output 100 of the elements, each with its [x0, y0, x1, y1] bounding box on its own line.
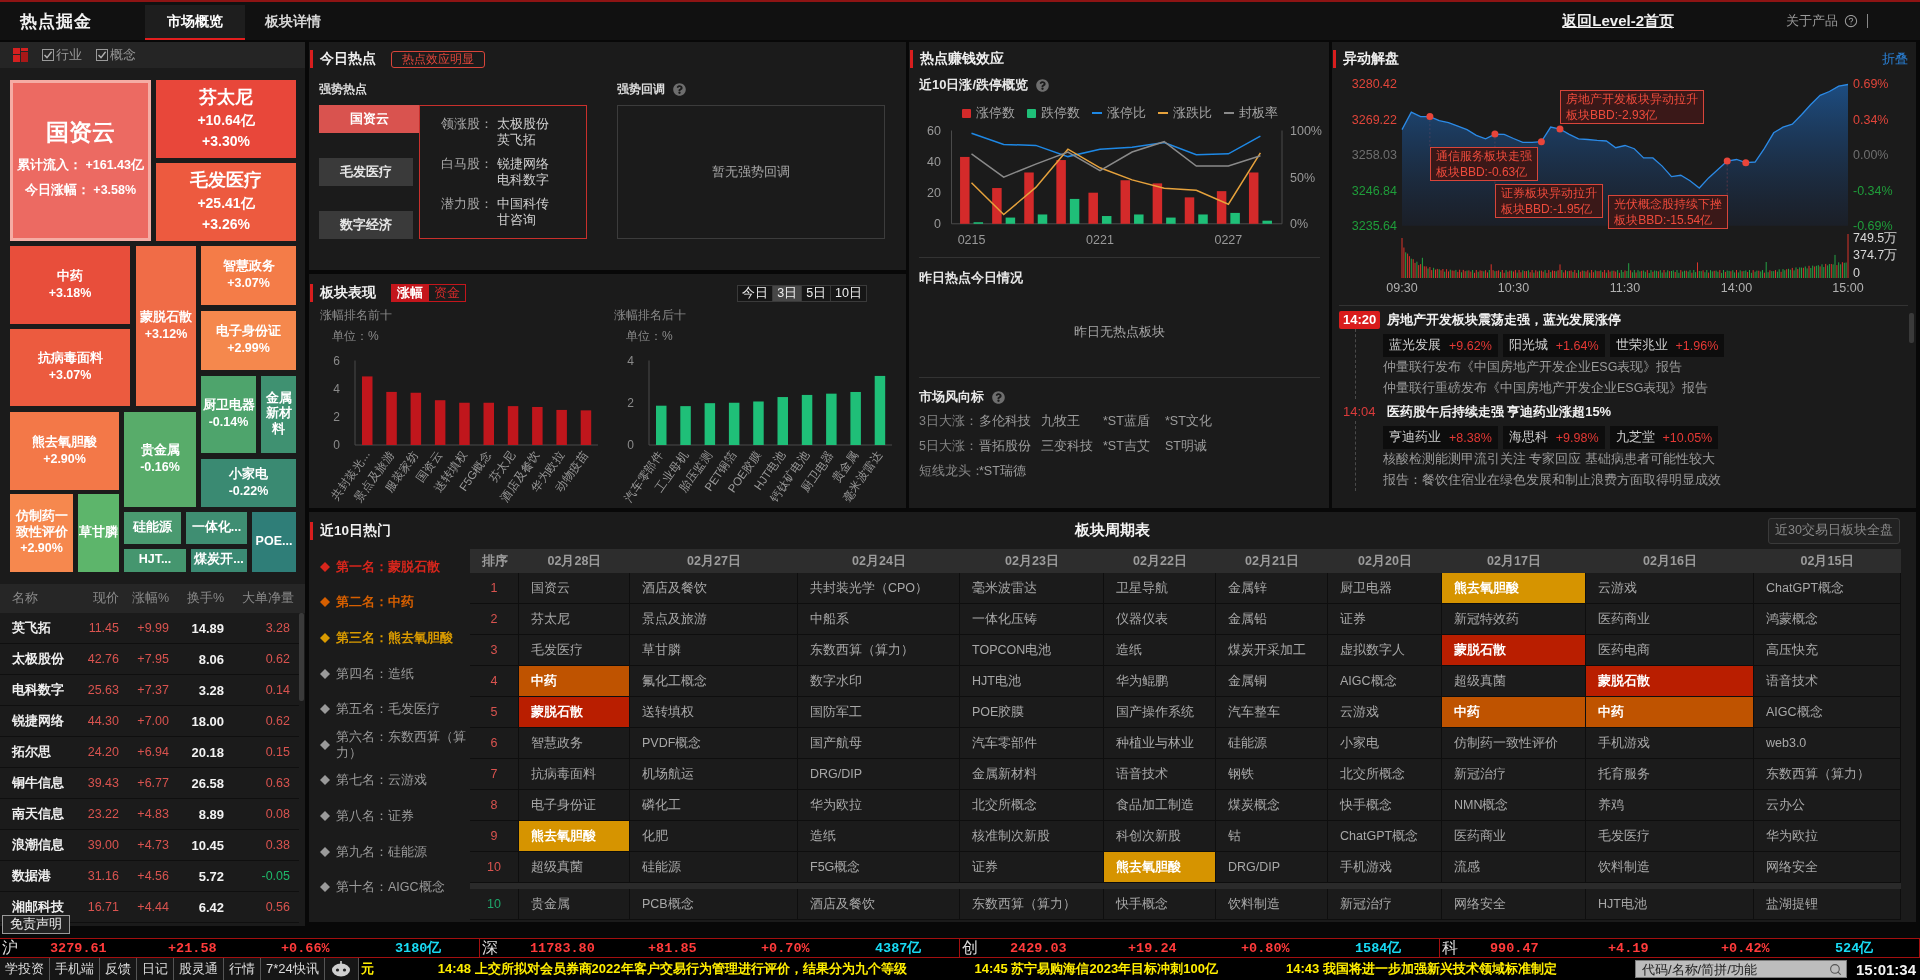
- range-tab[interactable]: 5日: [802, 284, 832, 302]
- heatmap-tile[interactable]: 中药 +3.18%: [10, 246, 130, 324]
- about-link[interactable]: 关于产品: [1786, 12, 1838, 30]
- time-tag[interactable]: 14:04: [1339, 403, 1380, 421]
- mode-tab[interactable]: 资金: [429, 284, 466, 302]
- news-ticker-item[interactable]: 14:43 我国将进一步加强新兴技术领域标准制定: [1286, 960, 1557, 978]
- nav-tab[interactable]: 板块详情: [263, 5, 323, 40]
- stock-link[interactable]: 甘咨询: [497, 212, 536, 228]
- checkbox-icon[interactable]: [96, 49, 108, 61]
- column-header: 02月20日: [1328, 549, 1442, 573]
- group-label: 强势回调: [617, 81, 665, 97]
- stock-link[interactable]: *ST蓝盾: [1103, 413, 1150, 430]
- stock-link[interactable]: 锐捷网络: [497, 156, 549, 172]
- stock-chip[interactable]: 蓝光发展 +9.62%: [1383, 334, 1498, 357]
- status-link[interactable]: 学投资: [0, 958, 50, 980]
- heatmap-tile[interactable]: POE...: [252, 512, 296, 572]
- news-ticker-item[interactable]: 14:48 上交所拟对会员券商2022年客户交易行为管理进行评价，结果分为九个等级: [437, 960, 907, 978]
- range-tab[interactable]: 10日: [831, 284, 867, 302]
- status-link[interactable]: 日记: [137, 958, 174, 980]
- collapse-link[interactable]: 折叠: [1882, 50, 1908, 68]
- stock-link[interactable]: 电科数字: [497, 172, 549, 188]
- range-tab[interactable]: 今日: [737, 284, 774, 302]
- news-link[interactable]: 核酸检测能测甲流引关注 专家回应 基础病患者可能性较大: [1383, 449, 1715, 470]
- nav-tab[interactable]: 市场概览: [145, 5, 245, 40]
- column-header[interactable]: 名称: [12, 590, 74, 607]
- stock-chip[interactable]: 阳光城 +1.64%: [1502, 334, 1605, 357]
- status-link[interactable]: 反馈: [100, 958, 137, 980]
- stock-chip[interactable]: 海思科 +9.98%: [1502, 426, 1605, 449]
- heatmap-tile[interactable]: 一体化...: [186, 512, 247, 544]
- stock-link[interactable]: *ST吉艾: [1103, 438, 1150, 455]
- heatmap-tile[interactable]: 抗病毒面料 +3.07%: [10, 329, 130, 406]
- stock-chip[interactable]: 亨迪药业 +8.38%: [1383, 426, 1498, 449]
- status-link[interactable]: 7*24快讯: [261, 958, 325, 980]
- filter-checkbox[interactable]: 行业: [42, 46, 82, 64]
- mode-tab[interactable]: 涨幅: [391, 284, 429, 302]
- news-ticker-item[interactable]: 14:45 苏宁易购海信2023年目标冲刺100亿: [974, 960, 1218, 978]
- ranking-item[interactable]: 第八名：证券: [336, 807, 414, 824]
- stock-link[interactable]: 中国科传: [497, 196, 549, 212]
- table-title: 板块周期表: [1075, 521, 1150, 540]
- help-icon[interactable]: [673, 82, 686, 96]
- stock-link[interactable]: 三变科技: [1041, 438, 1093, 455]
- ranking-item[interactable]: 第二名：中药: [336, 594, 414, 611]
- time-tag[interactable]: 14:20: [1339, 311, 1381, 329]
- help-icon[interactable]: [1844, 14, 1858, 28]
- status-link[interactable]: 股灵通: [174, 958, 224, 980]
- stock-link[interactable]: 太极股份: [497, 116, 549, 132]
- news-link[interactable]: 仲量联行发布《中国房地产开发企业ESG表现》报告: [1383, 357, 1683, 378]
- stock-link[interactable]: *ST文化: [1165, 413, 1212, 430]
- ranking-item[interactable]: 第六名：东数西算（算力）: [336, 728, 466, 761]
- column-header[interactable]: 现价: [74, 590, 119, 607]
- heatmap-tile[interactable]: 硅能源: [124, 512, 181, 544]
- stock-chip[interactable]: 九芝堂 +10.05%: [1609, 426, 1719, 449]
- news-link[interactable]: 仲量联行重磅发布《中国房地产开发企业ESG表现》报告: [1383, 378, 1709, 399]
- stock-link[interactable]: 晋拓股份: [979, 438, 1031, 455]
- stock-link[interactable]: *ST瑞德: [979, 463, 1026, 480]
- stock-link[interactable]: 多伦科技: [979, 413, 1031, 430]
- ranking-item[interactable]: 第一名：蒙脱石散: [336, 558, 440, 575]
- heatmap-tile[interactable]: 芬太尼 +10.64亿 +3.30%: [156, 80, 296, 158]
- home-link[interactable]: 返回Level-2首页: [1562, 11, 1674, 31]
- treemap-icon[interactable]: [13, 48, 28, 62]
- ranking-item[interactable]: 第三名：熊去氧胆酸: [336, 630, 453, 646]
- ranking-item[interactable]: 第十名：AIGC概念: [336, 879, 445, 896]
- turnover-value: 10.45: [190, 837, 224, 853]
- ranking-item[interactable]: 第九名：硅能源: [336, 843, 427, 860]
- help-icon[interactable]: [1036, 78, 1050, 92]
- column-header[interactable]: 大单净量: [224, 590, 294, 607]
- checkbox-icon[interactable]: [42, 49, 54, 61]
- all-sectors-button[interactable]: 近30交易日板块全盘: [1768, 517, 1900, 544]
- hotspot-button[interactable]: 毛发医疗: [319, 158, 413, 186]
- robot-button[interactable]: [324, 958, 359, 980]
- scrollbar-thumb[interactable]: [1909, 313, 1914, 343]
- status-link[interactable]: 手机端: [50, 958, 100, 980]
- news-link[interactable]: 报告：餐饮住宿业在绿色发展和制止浪费方面取得明显成效: [1383, 470, 1721, 491]
- filter-checkbox[interactable]: 概念: [96, 46, 136, 64]
- hotspot-button[interactable]: 数字经济: [319, 211, 413, 239]
- heatmap-tile[interactable]: 小家电 -0.22%: [201, 459, 296, 507]
- news-ticker-item[interactable]: 元: [360, 960, 374, 978]
- heatmap-tile[interactable]: HJT...: [124, 549, 186, 572]
- heatmap-tile[interactable]: 毛发医疗 +25.41亿 +3.26%: [156, 163, 296, 241]
- status-link[interactable]: 行情: [224, 958, 261, 980]
- hotspot-button[interactable]: 国资云: [319, 105, 419, 133]
- stock-link[interactable]: 九牧王: [1041, 413, 1080, 430]
- disclaimer-button[interactable]: 免责声明: [2, 915, 70, 934]
- news-title[interactable]: 房地产开发板块震荡走强，蓝光发展涨停: [1387, 311, 1622, 329]
- column-header[interactable]: 涨幅%: [119, 590, 169, 607]
- heatmap-tile[interactable]: 金属新材料: [261, 376, 296, 453]
- stock-link[interactable]: ST明诚: [1165, 438, 1207, 455]
- scrollbar-thumb[interactable]: [299, 613, 304, 701]
- ranking-item[interactable]: 第四名：造纸: [336, 665, 414, 682]
- ranking-item[interactable]: 第五名：毛发医疗: [336, 701, 440, 718]
- search-field[interactable]: 代码/名称/简拼/功能: [1634, 960, 1847, 978]
- help-icon[interactable]: [992, 390, 1005, 404]
- range-tab[interactable]: 3日: [773, 284, 803, 302]
- stock-chip[interactable]: 世荣兆业 +1.96%: [1609, 334, 1725, 357]
- ranking-item[interactable]: 第七名：云游戏: [336, 772, 427, 789]
- heatmap-tile[interactable]: 煤炭开...: [191, 549, 247, 572]
- search-icon[interactable]: [1828, 962, 1842, 976]
- stock-link[interactable]: 英飞拓: [497, 132, 536, 148]
- news-title[interactable]: 医药股午后持续走强 亨迪药业涨超15%: [1386, 403, 1612, 421]
- column-header[interactable]: 换手%: [169, 590, 224, 607]
